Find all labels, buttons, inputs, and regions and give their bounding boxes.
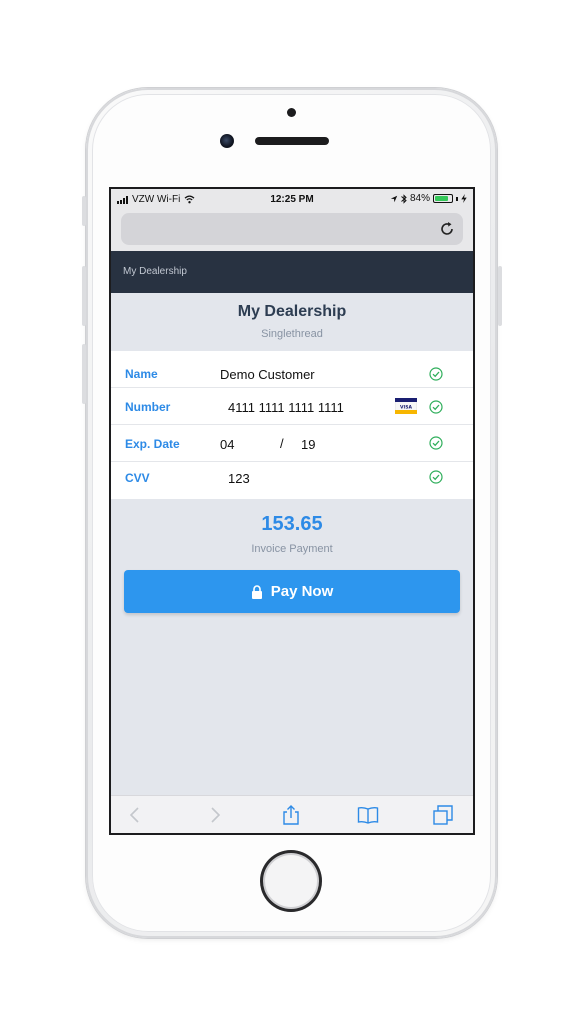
mute-switch <box>82 196 86 226</box>
charging-icon <box>461 194 467 203</box>
location-arrow-icon <box>390 195 398 202</box>
name-row: Name Demo Customer <box>111 351 473 388</box>
merchant-subtitle: Singlethread <box>261 328 323 340</box>
check-circle-icon <box>429 436 443 450</box>
exp-year-input[interactable]: 19 <box>301 437 315 452</box>
address-bar[interactable] <box>121 213 463 245</box>
battery-icon <box>433 194 453 203</box>
power-button <box>498 266 502 326</box>
check-circle-icon <box>429 367 443 381</box>
back-icon[interactable] <box>125 804 147 826</box>
card-number-input[interactable]: 4111 1111 1111 1111 <box>228 400 344 415</box>
payment-amount: 153.65 <box>261 513 323 535</box>
bookmarks-icon[interactable] <box>357 804 379 826</box>
navbar-title[interactable]: My Dealership <box>123 266 187 277</box>
front-camera <box>220 134 234 148</box>
volume-up-button <box>82 266 86 326</box>
earpiece-speaker <box>255 137 329 145</box>
forward-icon[interactable] <box>203 804 225 826</box>
volume-down-button <box>82 344 86 404</box>
proximity-sensor <box>287 108 296 117</box>
name-input[interactable]: Demo Customer <box>220 367 315 382</box>
visa-card-icon: VISA <box>395 398 417 414</box>
payment-amount-label: Invoice Payment <box>251 543 333 555</box>
app-navbar: My Dealership <box>111 251 473 293</box>
payment-form: Name Demo Customer Number 4111 1111 1111… <box>111 351 473 499</box>
share-icon[interactable] <box>280 804 302 826</box>
status-bar: VZW Wi-Fi 12:25 PM 84% <box>111 189 473 211</box>
cvv-row: CVV 123 <box>111 462 473 499</box>
exp-month-input[interactable]: 04 <box>220 437 234 452</box>
browser-bar <box>111 211 473 251</box>
home-button[interactable] <box>260 850 322 912</box>
pay-now-button[interactable]: Pay Now <box>124 570 460 613</box>
tabs-icon[interactable] <box>432 804 454 826</box>
check-circle-icon <box>429 470 443 484</box>
battery-level <box>435 196 448 201</box>
phone-screen: VZW Wi-Fi 12:25 PM 84% My Dealership My … <box>109 187 475 835</box>
number-label: Number <box>125 400 171 414</box>
lock-icon <box>251 584 262 599</box>
pay-now-label: Pay Now <box>270 583 334 600</box>
exp-separator: / <box>280 436 284 451</box>
exp-date-label: Exp. Date <box>125 437 180 451</box>
bluetooth-icon <box>401 193 407 204</box>
cvv-label: CVV <box>125 471 150 485</box>
card-number-row: Number 4111 1111 1111 1111 VISA <box>111 388 473 425</box>
reload-icon[interactable] <box>439 221 455 237</box>
name-label: Name <box>125 367 158 381</box>
battery-percent: 84% <box>409 193 430 204</box>
browser-toolbar <box>111 795 473 833</box>
cvv-input[interactable]: 123 <box>228 471 250 486</box>
visa-brand-text: VISA <box>400 404 412 410</box>
check-circle-icon <box>429 400 443 414</box>
exp-date-row: Exp. Date 04 / 19 <box>111 425 473 462</box>
merchant-title: My Dealership <box>237 303 347 320</box>
